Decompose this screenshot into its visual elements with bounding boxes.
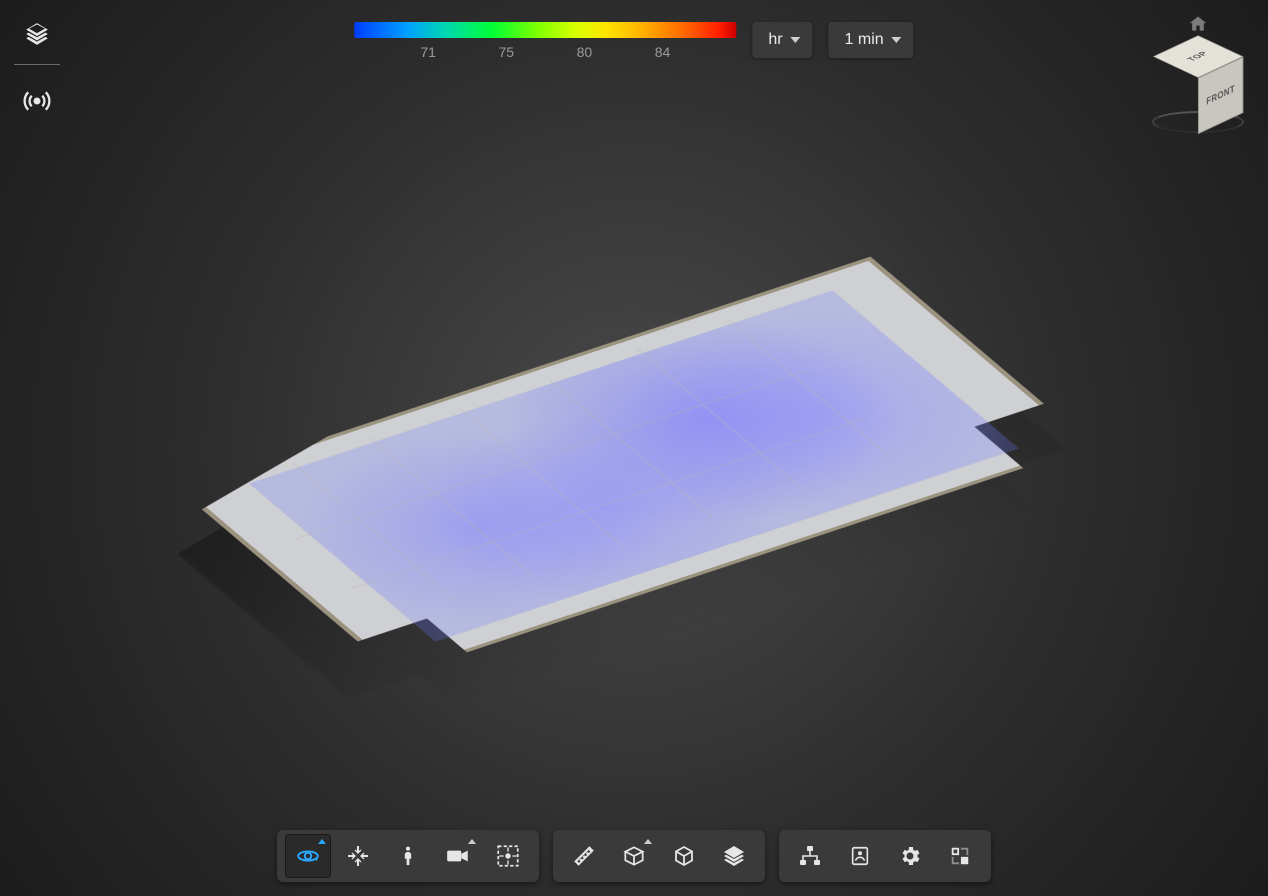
settings-tool[interactable]	[887, 834, 933, 878]
top-controls: 71 75 80 84 hr 1 min	[354, 22, 913, 60]
walk-tool[interactable]	[385, 834, 431, 878]
viewcube-area: TOP FRONT RIGHT	[1150, 14, 1246, 136]
heat-legend: 71 75 80 84	[354, 22, 736, 60]
legend-tick: 84	[655, 44, 671, 60]
legend-ticks: 71 75 80 84	[354, 38, 736, 60]
settings-tool-group	[779, 830, 991, 882]
unit-dropdown-label: hr	[768, 31, 782, 49]
left-toolbar	[14, 18, 60, 117]
home-button[interactable]	[1188, 14, 1208, 34]
measure-tool[interactable]	[561, 834, 607, 878]
chevron-down-icon	[892, 37, 902, 43]
object-tool[interactable]	[661, 834, 707, 878]
legend-gradient	[354, 22, 736, 38]
divider	[14, 64, 60, 65]
unit-dropdown[interactable]: hr	[752, 22, 812, 58]
analyze-tool-group	[553, 830, 765, 882]
explode-tool[interactable]	[611, 834, 657, 878]
viewcube[interactable]: TOP FRONT RIGHT	[1150, 40, 1246, 136]
section-tool[interactable]	[485, 834, 531, 878]
fullscreen-tool[interactable]	[937, 834, 983, 878]
broadcast-icon	[23, 87, 51, 115]
layers-icon	[24, 21, 50, 47]
time-dropdown[interactable]: 1 min	[829, 22, 914, 58]
model-structure-tool[interactable]	[787, 834, 833, 878]
legend-tick: 71	[420, 44, 436, 60]
chevron-down-icon	[791, 37, 801, 43]
orbit-tool[interactable]	[285, 834, 331, 878]
pan-tool[interactable]	[335, 834, 381, 878]
bottom-toolbar	[277, 830, 991, 882]
legend-tick: 80	[577, 44, 593, 60]
time-dropdown-label: 1 min	[845, 31, 884, 49]
model-layers-tool[interactable]	[711, 834, 757, 878]
legend-tick: 75	[498, 44, 514, 60]
broadcast-button[interactable]	[19, 85, 55, 117]
camera-tool[interactable]	[435, 834, 481, 878]
navigation-tool-group	[277, 830, 539, 882]
layers-button[interactable]	[19, 18, 55, 50]
properties-tool[interactable]	[837, 834, 883, 878]
viewcube-top-label: TOP	[1185, 51, 1210, 63]
viewcube-front-label: FRONT	[1206, 83, 1235, 107]
